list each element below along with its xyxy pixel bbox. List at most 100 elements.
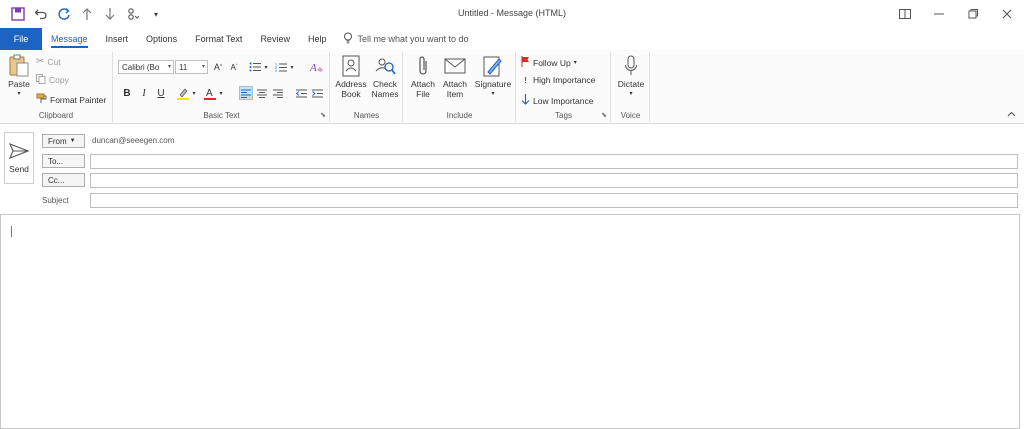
align-center-icon[interactable] [255, 86, 269, 100]
down-arrow-icon [521, 94, 530, 107]
copy-button[interactable]: Copy [36, 74, 69, 86]
customize-icon[interactable] [125, 6, 141, 22]
message-body[interactable] [0, 214, 1020, 429]
bold-icon[interactable]: B [120, 86, 134, 100]
from-button[interactable]: From ▼ [42, 134, 85, 148]
numbering-dropdown-icon[interactable]: ▾ [288, 60, 296, 74]
grow-font-icon[interactable]: A ^ [211, 60, 225, 74]
tab-options[interactable]: Options [137, 28, 186, 50]
highlight-icon[interactable] [176, 86, 190, 100]
voice-group: Dictate ▾ Voice [612, 52, 650, 122]
align-right-icon[interactable] [271, 86, 285, 100]
font-name-dropdown-icon[interactable]: ▾ [168, 63, 171, 70]
cut-label: Cut [47, 56, 61, 67]
font-size-combobox[interactable]: 11 ▾ [175, 60, 208, 74]
svg-text:A: A [310, 62, 317, 73]
bullets-icon[interactable] [248, 60, 262, 74]
voice-group-label: Voice [620, 111, 641, 120]
dictate-dropdown-icon[interactable]: ▾ [629, 89, 632, 99]
qat-dropdown-icon[interactable]: ▾ [148, 6, 164, 22]
close-icon[interactable] [990, 0, 1024, 28]
tab-file[interactable]: File [0, 28, 42, 50]
basic-text-group: Calibri (Bo ▾ 11 ▾ A ^ Aˇ ▾ 123 ▾ A B I U… [114, 52, 330, 122]
dictate-label: Dictate [617, 79, 645, 89]
follow-up-button[interactable]: Follow Up ▾ [521, 56, 577, 69]
names-group: Address Book Check Names Names [331, 52, 403, 122]
tab-insert[interactable]: Insert [97, 28, 138, 50]
check-names-icon [373, 54, 397, 78]
send-button[interactable]: Send [4, 132, 34, 184]
signature-dropdown-icon[interactable]: ▾ [491, 89, 494, 99]
italic-icon[interactable]: I [137, 86, 151, 100]
to-button[interactable]: To... [42, 154, 85, 168]
collapse-ribbon-icon[interactable] [1007, 109, 1016, 119]
minimize-icon[interactable] [922, 0, 956, 28]
redo-icon[interactable] [56, 6, 72, 22]
envelope-icon [443, 54, 467, 78]
undo-icon[interactable] [33, 6, 49, 22]
tell-me-box[interactable]: Tell me what you want to do [335, 32, 469, 46]
high-importance-button[interactable]: ! High Importance [521, 75, 595, 85]
tab-review[interactable]: Review [251, 28, 299, 50]
font-size-value: 11 [179, 62, 188, 72]
attach-file-button[interactable]: Attach File [405, 54, 441, 99]
tab-message[interactable]: Message [42, 28, 97, 50]
to-field[interactable] [90, 154, 1018, 169]
follow-up-dropdown-icon[interactable]: ▾ [574, 59, 577, 66]
dictate-button[interactable]: Dictate ▾ [613, 54, 649, 99]
cc-field[interactable] [90, 173, 1018, 188]
copy-label: Copy [49, 75, 69, 85]
paste-button[interactable]: Paste ▾ [1, 54, 37, 99]
address-book-label-2: Book [341, 89, 361, 99]
subject-field[interactable] [90, 193, 1018, 208]
underline-icon[interactable]: U [154, 86, 168, 100]
basic-text-group-label: Basic Text [203, 111, 240, 120]
down-arrow-icon[interactable] [102, 6, 118, 22]
increase-indent-icon[interactable] [310, 86, 324, 100]
decrease-indent-icon[interactable] [294, 86, 308, 100]
clipboard-group: Paste ▾ ✂ Cut Copy Format Painter Clipbo… [0, 52, 113, 122]
save-icon[interactable] [10, 6, 26, 22]
align-left-icon[interactable] [239, 86, 253, 100]
signature-icon [481, 54, 505, 78]
microphone-icon [619, 54, 643, 78]
window-controls [888, 0, 1024, 28]
from-dropdown-icon: ▼ [69, 138, 76, 144]
clear-formatting-icon[interactable]: A [310, 60, 324, 74]
tab-help[interactable]: Help [299, 28, 336, 50]
highlight-dropdown-icon[interactable]: ▾ [190, 86, 198, 100]
include-group: Attach File Attach Item Signature ▾ Incl… [404, 52, 516, 122]
cut-button[interactable]: ✂ Cut [36, 56, 61, 67]
signature-button[interactable]: Signature ▾ [473, 54, 513, 99]
tags-group-label: Tags [555, 111, 572, 120]
attach-file-label-1: Attach [410, 79, 436, 89]
format-painter-button[interactable]: Format Painter [36, 93, 106, 106]
bullets-dropdown-icon[interactable]: ▾ [262, 60, 270, 74]
attach-item-button[interactable]: Attach Item [437, 54, 473, 99]
paste-dropdown-icon[interactable]: ▾ [17, 89, 20, 99]
paste-label: Paste [8, 79, 30, 89]
signature-label: Signature [474, 79, 512, 89]
tags-launcher-icon[interactable]: ⬊ [601, 111, 607, 119]
basic-text-launcher-icon[interactable]: ⬊ [320, 111, 326, 119]
clipboard-group-label: Clipboard [38, 111, 74, 120]
restore-icon[interactable] [956, 0, 990, 28]
quick-access-toolbar: ▾ [0, 0, 164, 28]
attach-item-label-2: Item [446, 89, 464, 99]
font-name-combobox[interactable]: Calibri (Bo ▾ [118, 60, 174, 74]
font-size-dropdown-icon[interactable]: ▾ [202, 63, 205, 70]
font-color-dropdown-icon[interactable]: ▾ [217, 86, 225, 100]
paperclip-icon [411, 54, 435, 78]
cc-button[interactable]: Cc... [42, 173, 85, 187]
low-importance-button[interactable]: Low Importance [521, 94, 593, 107]
address-book-button[interactable]: Address Book [333, 54, 369, 99]
tab-format-text[interactable]: Format Text [186, 28, 251, 50]
shrink-font-icon[interactable]: Aˇ [227, 60, 241, 74]
font-color-icon[interactable]: A [203, 86, 217, 100]
names-group-label: Names [353, 111, 380, 120]
up-arrow-icon[interactable] [79, 6, 95, 22]
numbering-icon[interactable]: 123 [274, 60, 288, 74]
title-bar: ▾ Untitled - Message (HTML) [0, 0, 1024, 28]
check-names-button[interactable]: Check Names [367, 54, 403, 99]
ribbon-display-icon[interactable] [888, 0, 922, 28]
